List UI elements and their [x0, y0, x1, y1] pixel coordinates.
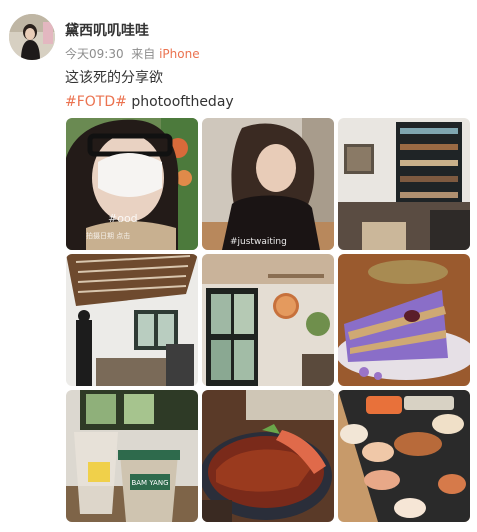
iced-drinks-photo[interactable]: BAM YANG [66, 390, 198, 522]
photo-sub-text: 拍摄日期 点击 [86, 231, 130, 240]
post-meta: 今天09:30 来自 iPhone [65, 45, 200, 62]
cafe-ceiling-photo[interactable] [66, 254, 198, 386]
tag-text: photooftheday [131, 94, 234, 110]
photo-overlay-text: #ood [108, 212, 138, 225]
cup-label: BAM YANG [131, 479, 168, 487]
source-prefix: 来自 [131, 47, 156, 61]
selfie-mask-photo[interactable]: #ood 拍摄日期 点击 [66, 118, 198, 250]
photo-overlay-text: #justwaiting [230, 237, 287, 247]
cafe-shelves-photo[interactable] [338, 118, 470, 250]
cafe-window-photo[interactable] [202, 254, 334, 386]
girl-at-table-photo[interactable]: #justwaiting [202, 118, 334, 250]
photo-grid: #ood 拍摄日期 点击 #justwaiting BAM YANG [66, 118, 470, 524]
hashtag-link[interactable]: #FOTD# [65, 94, 127, 110]
sushi-platter-photo[interactable] [338, 390, 470, 522]
eel-rice-bowl-photo[interactable] [202, 390, 334, 522]
purple-cake-photo[interactable] [338, 254, 470, 386]
post-text: 这该死的分享欲 [65, 70, 163, 86]
post-tags: #FOTD# photooftheday [65, 94, 234, 110]
source-device[interactable]: iPhone [159, 47, 200, 61]
avatar[interactable] [9, 14, 55, 60]
post-time[interactable]: 今天09:30 [65, 47, 124, 61]
username[interactable]: 黛西叽叽哇哇 [65, 20, 149, 40]
